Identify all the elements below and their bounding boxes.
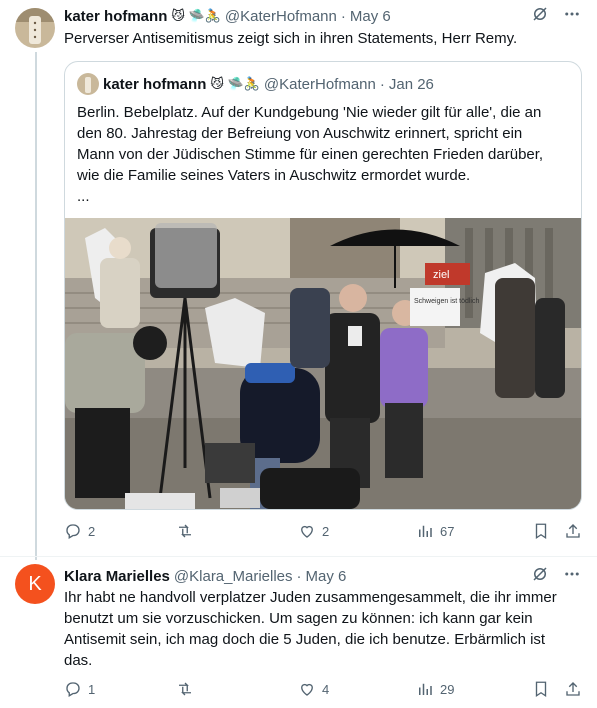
tweet-separator [0, 556, 597, 557]
more-options-icon[interactable] [563, 565, 581, 587]
reply-count: 2 [88, 523, 96, 539]
view-count: 67 [440, 523, 455, 539]
tweet-date[interactable]: May 6 [350, 8, 391, 25]
tweet-text-line: das. [64, 652, 93, 669]
like-button[interactable]: 2 [298, 522, 329, 540]
reply-count: 1 [88, 681, 96, 697]
reply-button[interactable]: 2 [64, 522, 95, 540]
quote-date: Jan 26 [388, 75, 434, 93]
header-icons [531, 5, 581, 27]
views-icon [419, 683, 432, 695]
tweet-text: Perverser Antisemitismus zeigt sich in i… [64, 30, 518, 47]
bookmark-icon [535, 523, 547, 540]
views-button[interactable]: 67 [416, 522, 454, 540]
retweet-button[interactable] [176, 522, 200, 540]
grok-icon[interactable] [531, 5, 549, 27]
quote-author-handle: @KaterHofmann [263, 75, 376, 93]
quote-text: Berlin. Bebelplatz. Auf der Kundgebung '… [77, 102, 569, 207]
tweet-text-line: Antisemit sein, ich mag doch die 5 Juden… [64, 631, 546, 648]
views-button[interactable]: 29 [416, 680, 454, 698]
share-icon [566, 682, 580, 696]
tweet-header: kater hofmann 😼 🛸🚴 @KaterHofmann · May 6 [64, 6, 581, 26]
banner-text: ziel [433, 269, 450, 281]
quote-text-line: den 80. Jahrestag der Befreiung von Ausc… [77, 125, 523, 142]
tweet-actions: 2 2 67 [64, 521, 584, 541]
tweet-text: Ihr habt ne handvoll verplatzer Juden zu… [64, 587, 581, 671]
reply-icon [66, 682, 80, 697]
like-count: 2 [322, 523, 330, 539]
bookmark-button[interactable] [532, 680, 550, 698]
author-handle[interactable]: @Klara_Marielles [174, 568, 293, 585]
header-icons [531, 565, 581, 587]
heart-icon [301, 525, 313, 538]
quote-text-line: wie die Familie seines Vaters in Auschwi… [77, 167, 471, 184]
views-icon [419, 525, 432, 537]
bookmark-icon [535, 681, 547, 698]
retweet-icon [179, 682, 191, 696]
rally-photo[interactable]: ziel Schweigen ist tödlich [65, 218, 581, 509]
sign-text: Schweigen ist tödlich [414, 298, 479, 305]
quote-author-name: kater hofmann [103, 75, 207, 93]
retweet-icon [179, 524, 191, 538]
tweet-actions: 1 4 29 [64, 679, 584, 699]
view-count: 29 [440, 681, 455, 697]
tweet-header: Klara Marielles @Klara_Marielles · May 6 [64, 566, 581, 586]
avatar-klara-marielles[interactable]: K [15, 564, 55, 604]
tweet-date[interactable]: May 6 [306, 568, 347, 585]
tweet-text-line: Ihr habt ne handvoll verplatzer Juden zu… [64, 589, 557, 606]
like-count: 4 [322, 681, 330, 697]
avatar-letter: K [28, 572, 42, 595]
tweet-2[interactable]: K Klara Marielles @Klara_Marielles · May… [0, 560, 597, 708]
reply-icon [66, 524, 80, 539]
quote-header: kater hofmann 😼 🛸🚴 @KaterHofmann · Jan 2… [77, 73, 434, 95]
quoted-tweet[interactable]: kater hofmann 😼 🛸🚴 @KaterHofmann · Jan 2… [64, 61, 582, 510]
share-button[interactable] [564, 680, 582, 698]
quote-text-line: Mann von der Jüdischen Stimme für einen … [77, 146, 544, 163]
avatar-kater-hofmann[interactable] [15, 8, 55, 48]
retweet-button[interactable] [176, 680, 200, 698]
like-button[interactable]: 4 [298, 680, 329, 698]
tweet-1[interactable]: kater hofmann 😼 🛸🚴 @KaterHofmann · May 6… [0, 0, 597, 560]
grok-icon[interactable] [531, 565, 549, 587]
thread-line [35, 52, 37, 560]
separator-dot: · [296, 567, 302, 585]
share-icon [566, 524, 580, 538]
author-handle[interactable]: @KaterHofmann [225, 8, 337, 25]
quote-avatar [77, 73, 99, 95]
separator-dot: · [379, 75, 385, 93]
more-options-icon[interactable] [563, 5, 581, 27]
heart-icon [301, 683, 313, 696]
quote-text-line: ... [77, 188, 90, 205]
bookmark-button[interactable] [532, 522, 550, 540]
tweet-text-line: benutzt um sie vorzuschicken. Um sagen z… [64, 610, 533, 627]
quote-author-emoji: 😼 🛸🚴 [210, 76, 260, 91]
author-emoji: 😼 🛸🚴 [171, 8, 221, 23]
quote-text-line: Berlin. Bebelplatz. Auf der Kundgebung '… [77, 104, 542, 121]
author-name[interactable]: Klara Marielles [64, 568, 170, 585]
author-name[interactable]: kater hofmann [64, 8, 167, 25]
reply-button[interactable]: 1 [64, 680, 95, 698]
separator-dot: · [340, 7, 346, 25]
share-button[interactable] [564, 522, 582, 540]
